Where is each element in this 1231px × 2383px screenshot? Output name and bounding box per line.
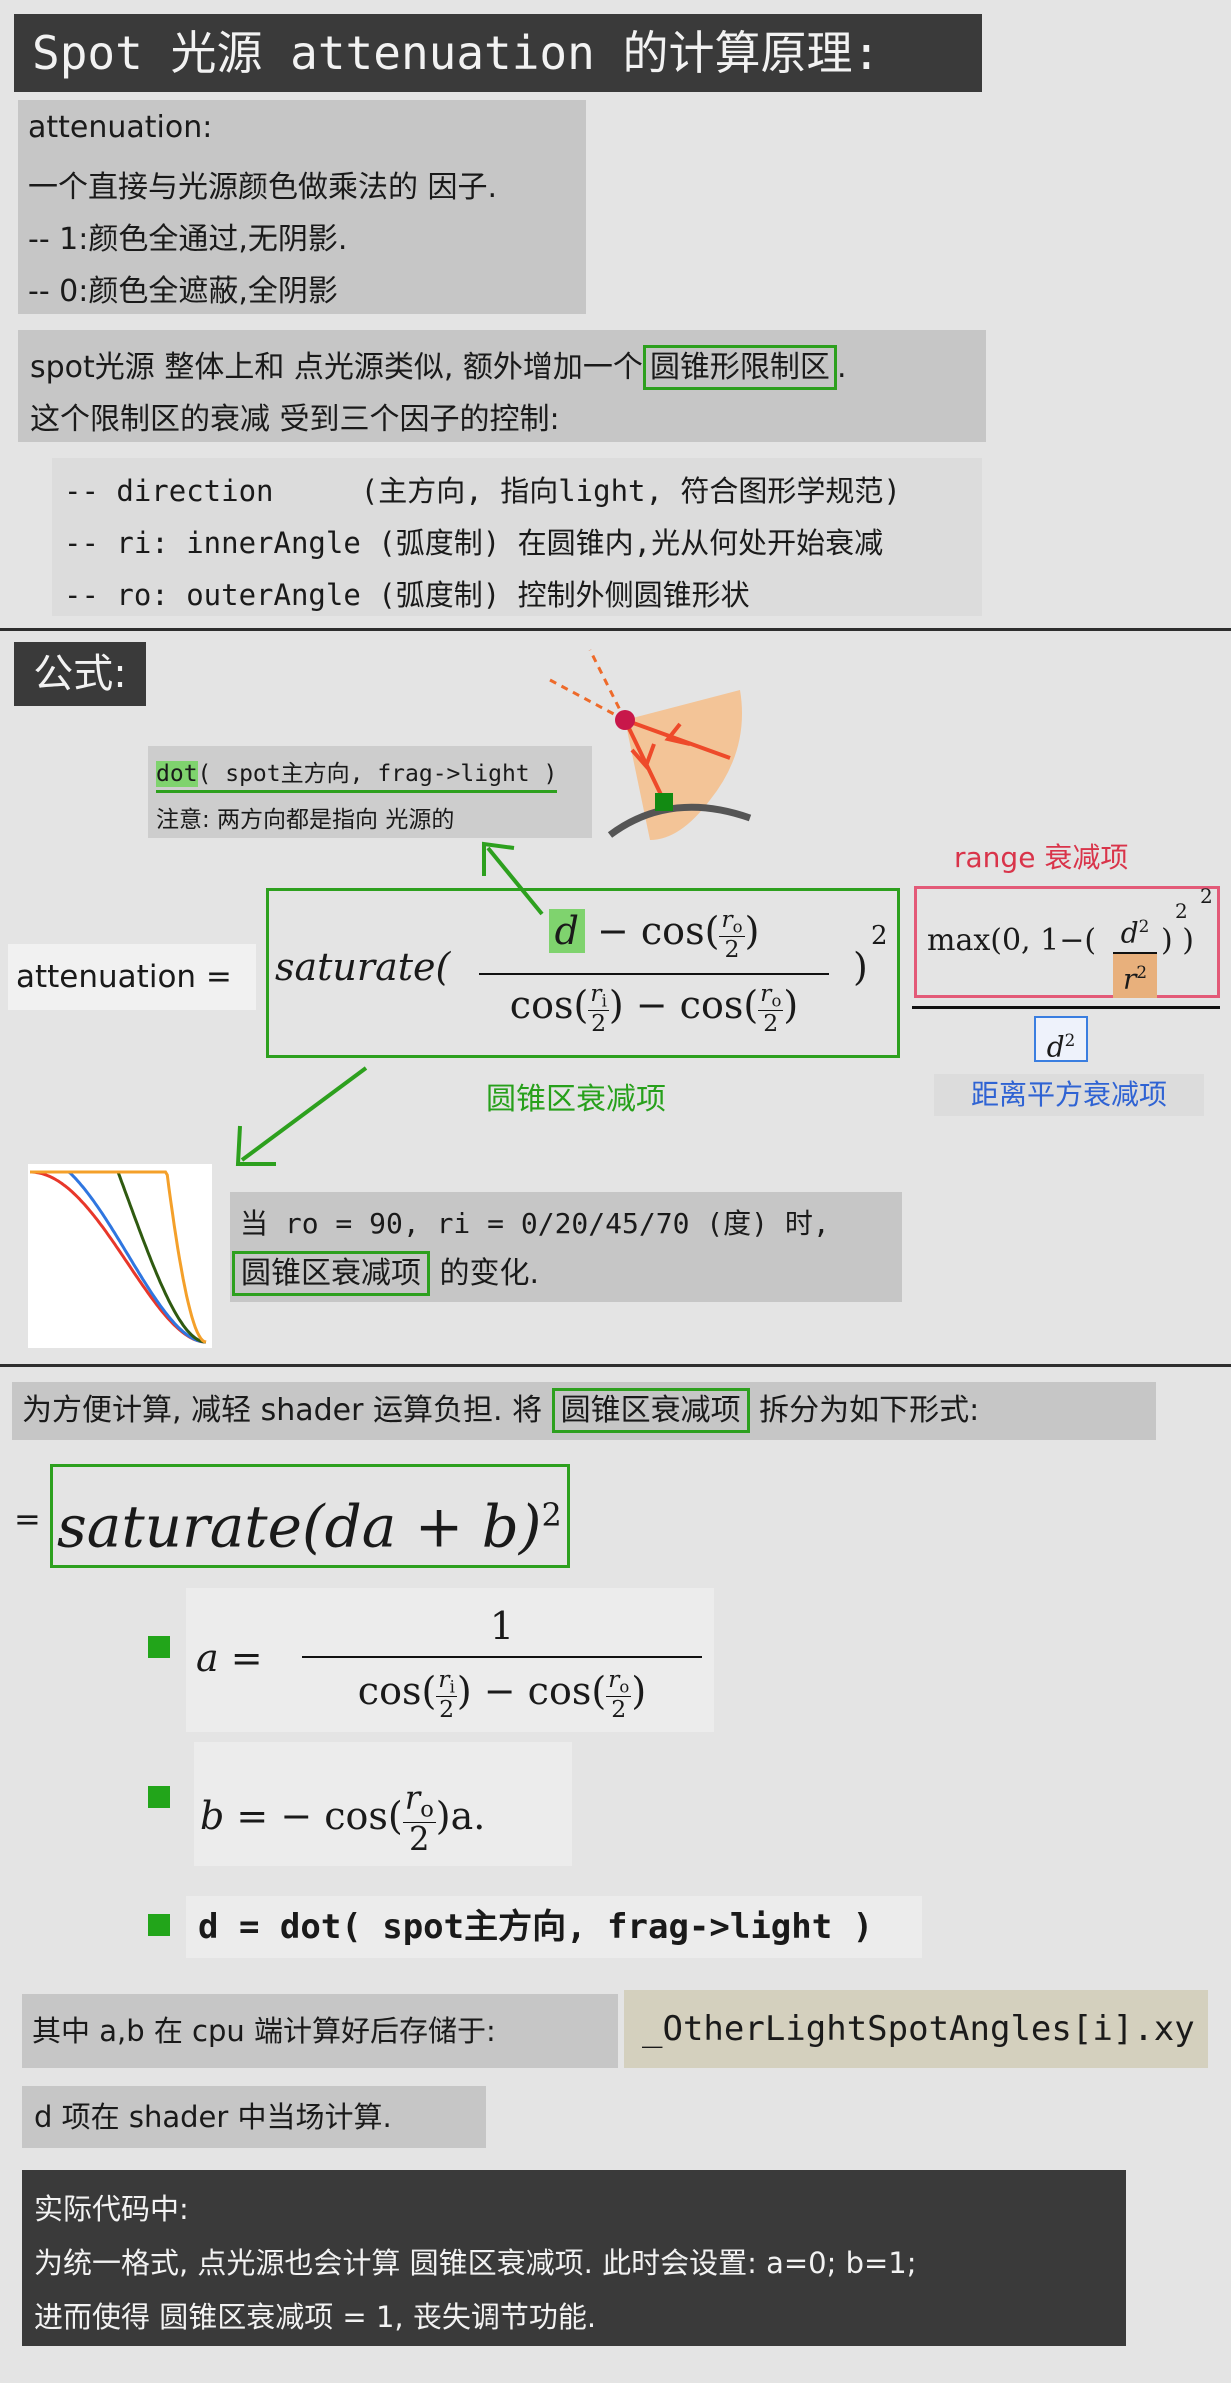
saturate-func: saturate( bbox=[275, 945, 451, 989]
max-func: max(0, 1−( bbox=[927, 923, 1097, 958]
cone-term-box-1: 圆锥区衰减项 bbox=[232, 1251, 430, 1296]
range-fraction-bar bbox=[912, 1006, 1220, 1009]
saturate-close: ) bbox=[853, 945, 868, 989]
outer-square: 2 bbox=[1200, 884, 1213, 908]
attn-line-3: -- 1:颜色全通过,无阴影. bbox=[28, 222, 348, 257]
spot-intro: spot光源 整体上和 点光源类似, 额外增加一个 圆锥形限制区. 这个限制区的衰… bbox=[18, 330, 986, 442]
factor-outer-angle: -- ro: outerAngle (弧度制) 控制外侧圆锥形状 bbox=[64, 578, 750, 612]
dot-expression: dot( spot主方向, frag->light ) bbox=[156, 754, 558, 793]
bullet-b bbox=[148, 1786, 170, 1808]
max-close: ) ) bbox=[1161, 923, 1194, 958]
section-divider-2 bbox=[0, 1364, 1231, 1367]
factor-direction: -- direction (主方向, 指向light, 符合图形学规范) bbox=[64, 474, 901, 508]
b-lhs: b = bbox=[200, 1794, 269, 1839]
inner-square: 2 bbox=[1175, 899, 1188, 923]
minus-cos: − cos( bbox=[584, 908, 720, 953]
b-minus-cos: − cos( bbox=[268, 1794, 403, 1839]
cone-region-box: 圆锥形限制区 bbox=[642, 345, 837, 390]
d-squared-denominator: d2 bbox=[1034, 1016, 1088, 1063]
a-ri-over-2: ri 2 bbox=[436, 1665, 457, 1724]
spot-intro-dot: . bbox=[836, 350, 847, 385]
example-line-2: 圆锥区衰减项 的变化. bbox=[232, 1248, 540, 1296]
range-attenuation-formula: max(0, 1−( d2 r2 ) ) 2 bbox=[914, 886, 1220, 998]
code-note-line-1: 实际代码中: bbox=[34, 2192, 189, 2226]
simplify-intro: 为方便计算, 减轻 shader 运算负担. 将 圆锥区衰减项 拆分为如下形式: bbox=[12, 1382, 1156, 1440]
spot-intro-line-2: 这个限制区的衰减 受到三个因子的控制: bbox=[30, 402, 560, 437]
arrow-to-curves bbox=[235, 1066, 368, 1166]
cos-ri: cos( bbox=[509, 982, 589, 1027]
d-shader-note: d 项在 shader 中当场计算. bbox=[22, 2086, 486, 2148]
simplified-equals: = bbox=[14, 1500, 41, 1538]
cone-attenuation-curves bbox=[28, 1164, 212, 1348]
bullet-a bbox=[148, 1636, 170, 1658]
square-exponent: 2 bbox=[871, 921, 888, 951]
code-note-line-3: 进而使得 圆锥区衰减项 = 1, 丧失调节功能. bbox=[34, 2300, 597, 2334]
factor-inner-angle: -- ri: innerAngle (弧度制) 在圆锥内,光从何处开始衰减 bbox=[64, 526, 884, 560]
range-label: range 衰减项 bbox=[954, 841, 1129, 874]
a-lhs: a = bbox=[196, 1636, 263, 1680]
saturate-func-2: saturate bbox=[57, 1492, 302, 1561]
fragment-point bbox=[655, 793, 673, 811]
cone-fraction: d − cos(ro 2) cos(ri 2) − cos(ro 2) bbox=[479, 907, 829, 1036]
storage-variable: _OtherLightSpotAngles[i].xy bbox=[624, 1990, 1208, 2068]
cone-attenuation-formula: saturate( d − cos(ro 2) cos(ri 2) − cos(ro… bbox=[266, 888, 900, 1058]
minus-cos-den: − bbox=[623, 982, 680, 1027]
attenuation-lhs: attenuation = bbox=[8, 944, 256, 1010]
example-suffix: 的变化. bbox=[430, 1256, 540, 1291]
close-paren-num: ) bbox=[744, 908, 760, 953]
attn-line-4: -- 0:颜色全遮蔽,全阴影 bbox=[28, 274, 338, 309]
dot-note-text: 注意: 两方向都是指向 光源的 bbox=[156, 807, 455, 833]
example-line-1: 当 ro = 90, ri = 0/20/45/70 (度) 时, bbox=[240, 1207, 830, 1240]
b-ro-over-2: ro 2 bbox=[402, 1779, 436, 1859]
attn-line-1: attenuation: bbox=[28, 110, 213, 145]
dot-note-box: dot( spot主方向, frag->light ) 注意: 两方向都是指向 … bbox=[148, 746, 592, 838]
b-definition: b = − cos(ro 2)a. bbox=[194, 1742, 572, 1866]
a-fraction: 1 cos(ri 2) − cos(ro 2) bbox=[302, 1596, 702, 1724]
dot-keyword: dot bbox=[156, 761, 198, 787]
a-numerator: 1 bbox=[302, 1596, 702, 1658]
simplify-pre: 为方便计算, 减轻 shader 运算负担. 将 bbox=[22, 1393, 552, 1428]
simplified-square: 2 bbox=[541, 1496, 562, 1534]
light-source-dot bbox=[615, 710, 635, 730]
ro-over-2-num: ro 2 bbox=[719, 905, 745, 963]
distance-label: 距离平方衰减项 bbox=[934, 1074, 1204, 1116]
factor-list: -- direction (主方向, 指向light, 符合图形学规范) -- … bbox=[52, 458, 982, 616]
d-term: d bbox=[548, 908, 585, 953]
cone-label: 圆锥区衰减项 bbox=[486, 1082, 666, 1117]
da-plus-b: (da + b) bbox=[301, 1492, 542, 1561]
simplified-formula: saturate(da + b)2 bbox=[50, 1464, 570, 1568]
simplify-post: 拆分为如下形式: bbox=[749, 1393, 980, 1428]
spot-intro-text: spot光源 整体上和 点光源类似, 额外增加一个 bbox=[30, 350, 643, 385]
code-note: 实际代码中: 为统一格式, 点光源也会计算 圆锥区衰减项. 此时会设置: a=0… bbox=[22, 2170, 1126, 2346]
direction-dashed-line bbox=[588, 649, 627, 721]
ro-over-2-den: ro 2 bbox=[758, 979, 784, 1037]
a-ro-over-2: ro 2 bbox=[606, 1665, 632, 1724]
page-title: Spot 光源 attenuation 的计算原理: bbox=[14, 14, 982, 92]
dot-args: ( spot主方向, frag->light ) bbox=[197, 761, 558, 787]
section-divider-1 bbox=[0, 628, 1231, 631]
spot-intro-line-1: spot光源 整体上和 点光源类似, 额外增加一个 圆锥形限制区. bbox=[30, 342, 847, 390]
d-definition: d = dot( spot主方向, frag->light ) bbox=[186, 1896, 922, 1958]
storage-note: 其中 a,b 在 cpu 端计算好后存储于: bbox=[22, 1994, 618, 2068]
curves-background bbox=[28, 1164, 212, 1348]
bullet-d bbox=[148, 1914, 170, 1936]
attenuation-definition: attenuation: 一个直接与光源颜色做乘法的 因子. -- 1:颜色全通… bbox=[18, 100, 586, 314]
ri-over-2: ri 2 bbox=[588, 979, 609, 1037]
cone-term-box-2: 圆锥区衰减项 bbox=[551, 1388, 750, 1433]
example-note: 当 ro = 90, ri = 0/20/45/70 (度) 时, 圆锥区衰减项… bbox=[230, 1192, 902, 1302]
cone-edge-dashed-line bbox=[549, 678, 626, 722]
d2-over-r2: d2 r2 bbox=[1113, 907, 1157, 998]
formula-heading: 公式: bbox=[14, 642, 146, 706]
a-definition: a = 1 cos(ri 2) − cos(ro 2) bbox=[186, 1588, 714, 1732]
code-note-line-2: 为统一格式, 点光源也会计算 圆锥区衰减项. 此时会设置: a=0; b=1; bbox=[34, 2246, 917, 2280]
attn-line-2: 一个直接与光源颜色做乘法的 因子. bbox=[28, 170, 498, 205]
b-rhs-post: )a. bbox=[435, 1794, 486, 1839]
